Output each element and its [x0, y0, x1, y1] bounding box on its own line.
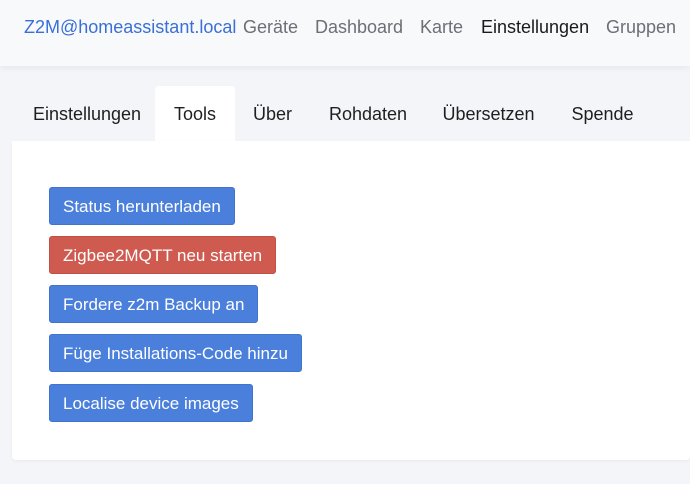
nav-link-karte[interactable]: Karte: [420, 16, 463, 38]
nav-link-gruppen[interactable]: Gruppen: [606, 16, 676, 38]
tab-einstellungen[interactable]: Einstellungen: [18, 86, 156, 142]
nav-link-einstellungen[interactable]: Einstellungen: [481, 16, 589, 38]
tab-rohdaten[interactable]: Rohdaten: [323, 86, 413, 142]
restart-button[interactable]: Zigbee2MQTT neu starten: [49, 236, 277, 274]
tab-ueber[interactable]: Über: [244, 86, 301, 142]
tab-uebersetzen[interactable]: Übersetzen: [437, 86, 540, 142]
request-backup-button[interactable]: Fordere z2m Backup an: [49, 285, 259, 323]
localise-images-button[interactable]: Localise device images: [49, 384, 253, 422]
tab-tools[interactable]: Tools: [155, 86, 235, 142]
top-navbar: Z2M@homeassistant.local Geräte Dashboard…: [0, 0, 690, 66]
add-install-code-button[interactable]: Füge Installations-Code hinzu: [49, 334, 302, 372]
nav-link-geraete[interactable]: Geräte: [243, 16, 298, 38]
tab-spende[interactable]: Spende: [565, 86, 640, 142]
download-status-button[interactable]: Status herunterladen: [49, 187, 235, 225]
settings-tabs: Einstellungen Tools Über Rohdaten Überse…: [12, 86, 690, 142]
nav-link-dashboard[interactable]: Dashboard: [315, 16, 403, 38]
brand-link[interactable]: Z2M@homeassistant.local: [24, 16, 236, 38]
